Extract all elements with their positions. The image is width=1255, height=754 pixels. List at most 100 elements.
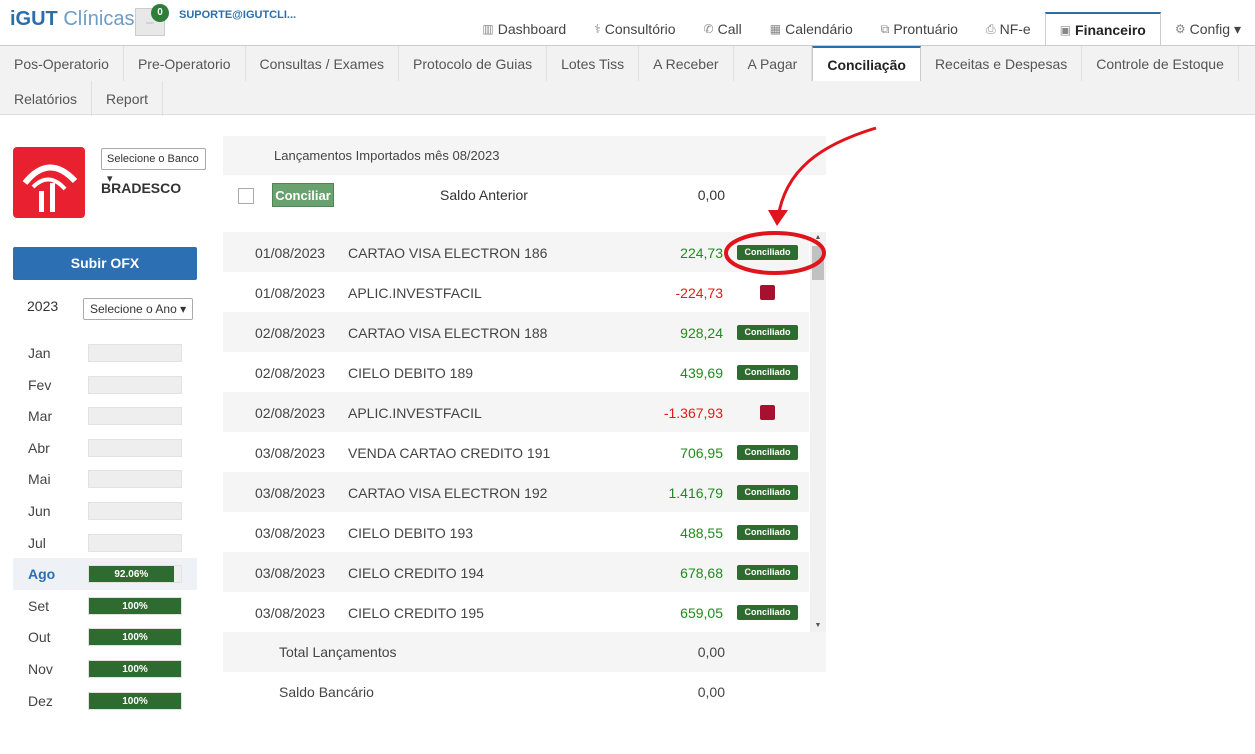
tab-report[interactable]: Report [92, 81, 164, 116]
table-row[interactable]: 02/08/2023 CARTAO VISA ELECTRON 188 928,24… [223, 312, 809, 352]
month-mar[interactable]: Mar [13, 400, 197, 432]
nav-label: Calendário [785, 21, 853, 37]
month-mai[interactable]: Mai [13, 463, 197, 495]
table-row[interactable]: 01/08/2023 APLIC.INVESTFACIL -224,73 [223, 272, 809, 312]
nav-dashboard[interactable]: ▥ Dashboard [468, 12, 580, 46]
bank-select[interactable]: Selecione o Banco ▾ [101, 148, 206, 185]
tab-receitas-e-despesas[interactable]: Receitas e Despesas [921, 46, 1083, 81]
month-nov[interactable]: Nov 100% [13, 653, 197, 685]
nav-prontu-rio[interactable]: ⧉ Prontuário [867, 12, 972, 46]
nav-nf-e[interactable]: ⎙ NF-e [972, 12, 1045, 46]
pending-status-icon[interactable] [760, 285, 775, 300]
nav-config[interactable]: ⚙ Config ▾ [1161, 12, 1255, 46]
tab-pos-operatorio[interactable]: Pos-Operatorio [0, 46, 124, 81]
year-select[interactable]: Selecione o Ano ▾ [83, 298, 193, 320]
row-date: 01/08/2023 [255, 245, 326, 261]
table-header: Lançamentos Importados mês 08/2023 [223, 136, 826, 175]
month-progress-bar [88, 344, 182, 362]
reconcile-button[interactable]: Conciliar [272, 183, 334, 207]
table-row[interactable]: 03/08/2023 CIELO CREDITO 194 678,68 Concili… [223, 552, 809, 592]
user-email[interactable]: SUPORTE@IGUTCLI... [179, 9, 296, 21]
tab-controle-de-estoque[interactable]: Controle de Estoque [1082, 46, 1239, 81]
reconciled-badge: Conciliado [737, 245, 798, 260]
app-logo[interactable]: iGUT Clínicas [10, 8, 134, 31]
row-amount: 659,05 [680, 605, 723, 621]
select-all-checkbox[interactable] [238, 188, 254, 204]
month-set[interactable]: Set 100% [13, 590, 197, 622]
month-jun[interactable]: Jun [13, 495, 197, 527]
nav-icon: ▥ [482, 22, 494, 36]
pending-status-icon[interactable] [760, 405, 775, 420]
month-label: Dez [28, 692, 53, 709]
nav-calend-rio[interactable]: ▦ Calendário [756, 12, 867, 46]
row-date: 01/08/2023 [255, 285, 326, 301]
month-label: Nov [28, 661, 53, 677]
tab-a-receber[interactable]: A Receber [639, 46, 734, 81]
row-amount: -1.367,93 [663, 405, 723, 421]
tab-consultas-exames[interactable]: Consultas / Exames [246, 46, 400, 81]
table-row[interactable]: 03/08/2023 VENDA CARTAO CREDITO 191 706,95… [223, 432, 809, 472]
tab-lotes-tiss[interactable]: Lotes Tiss [547, 46, 640, 81]
nav-icon: ⚕ [594, 22, 601, 36]
nav-label: Consultório [604, 21, 676, 37]
tab-a-pagar[interactable]: A Pagar [734, 46, 813, 81]
tab-relat-rios[interactable]: Relatórios [0, 81, 93, 116]
tab-concilia-o[interactable]: Conciliação [812, 46, 921, 81]
month-ago[interactable]: Ago 92.06% [13, 558, 197, 591]
table-row[interactable]: 03/08/2023 CIELO DEBITO 193 488,55 Concilia… [223, 512, 809, 552]
table-row[interactable]: 03/08/2023 CARTAO VISA ELECTRON 192 1.416,… [223, 472, 809, 512]
month-label: Abr [28, 439, 50, 456]
row-description: CARTAO VISA ELECTRON 188 [348, 325, 548, 341]
nav-label: NF-e [999, 21, 1031, 37]
table-row[interactable]: 02/08/2023 CIELO DEBITO 189 439,69 Concilia… [223, 352, 809, 392]
bank-logo-icon [22, 164, 78, 212]
reconciled-badge: Conciliado [737, 325, 798, 340]
table-row[interactable]: 03/08/2023 CIELO CREDITO 195 659,05 Concili… [223, 592, 809, 632]
scroll-up-icon[interactable]: ▲ [810, 232, 826, 244]
bradesco-logo [13, 147, 85, 218]
month-progress-fill: 100% [89, 597, 181, 614]
month-out[interactable]: Out 100% [13, 621, 197, 653]
tab-protocolo-de-guias[interactable]: Protocolo de Guias [399, 46, 548, 81]
row-description: CIELO CREDITO 194 [348, 565, 484, 581]
nav-label: Config ▾ [1189, 20, 1241, 37]
month-progress-bar: 92.06% [88, 565, 182, 584]
row-date: 02/08/2023 [255, 405, 326, 421]
reconciled-badge: Conciliado [737, 445, 798, 460]
upload-ofx-button[interactable]: Subir OFX [13, 247, 197, 280]
table-row[interactable]: 02/08/2023 APLIC.INVESTFACIL -1.367,93 [223, 392, 809, 432]
nav-call[interactable]: ✆ Call [690, 12, 756, 46]
reconciled-badge: Conciliado [737, 485, 798, 500]
scrollbar[interactable]: ▲ ▼ [810, 232, 826, 632]
month-progress-bar [88, 470, 182, 489]
month-progress-bar [88, 375, 182, 394]
row-date: 02/08/2023 [255, 365, 326, 381]
month-label: Jun [28, 503, 51, 519]
month-progress-bar: 100% [88, 691, 182, 710]
nav-label: Call [717, 21, 742, 37]
tab-pre-operatorio[interactable]: Pre-Operatorio [124, 46, 246, 81]
previous-balance-value: 0,00 [697, 187, 725, 203]
scroll-thumb[interactable] [812, 246, 824, 280]
transactions-list[interactable]: 01/08/2023 CARTAO VISA ELECTRON 186 224,73… [223, 232, 809, 632]
nav-financeiro[interactable]: ▣ Financeiro [1044, 12, 1161, 46]
month-jul[interactable]: Jul [13, 527, 197, 559]
month-abr[interactable]: Abr [13, 432, 197, 464]
row-amount: 439,69 [680, 365, 723, 381]
month-progress-bar [88, 533, 182, 552]
notification-badge[interactable]: 0 [151, 4, 169, 22]
month-fev[interactable]: Fev [13, 369, 197, 401]
nav-label: Prontuário [893, 21, 958, 37]
month-dez[interactable]: Dez 100% [13, 685, 197, 717]
scroll-down-icon[interactable]: ▼ [810, 620, 826, 632]
month-label: Fev [28, 376, 52, 393]
bank-balance-label: Saldo Bancário [279, 684, 374, 700]
nav-consult-rio[interactable]: ⚕ Consultório [580, 12, 689, 46]
table-row[interactable]: 01/08/2023 CARTAO VISA ELECTRON 186 224,73… [223, 232, 809, 272]
row-description: VENDA CARTAO CREDITO 191 [348, 445, 551, 461]
nav-icon: ▣ [1059, 23, 1072, 37]
month-jan[interactable]: Jan [13, 337, 197, 369]
total-row: Total Lançamentos 0,00 [223, 632, 826, 672]
bank-name: BRADESCO [101, 180, 182, 196]
total-value: 0,00 [697, 644, 725, 660]
